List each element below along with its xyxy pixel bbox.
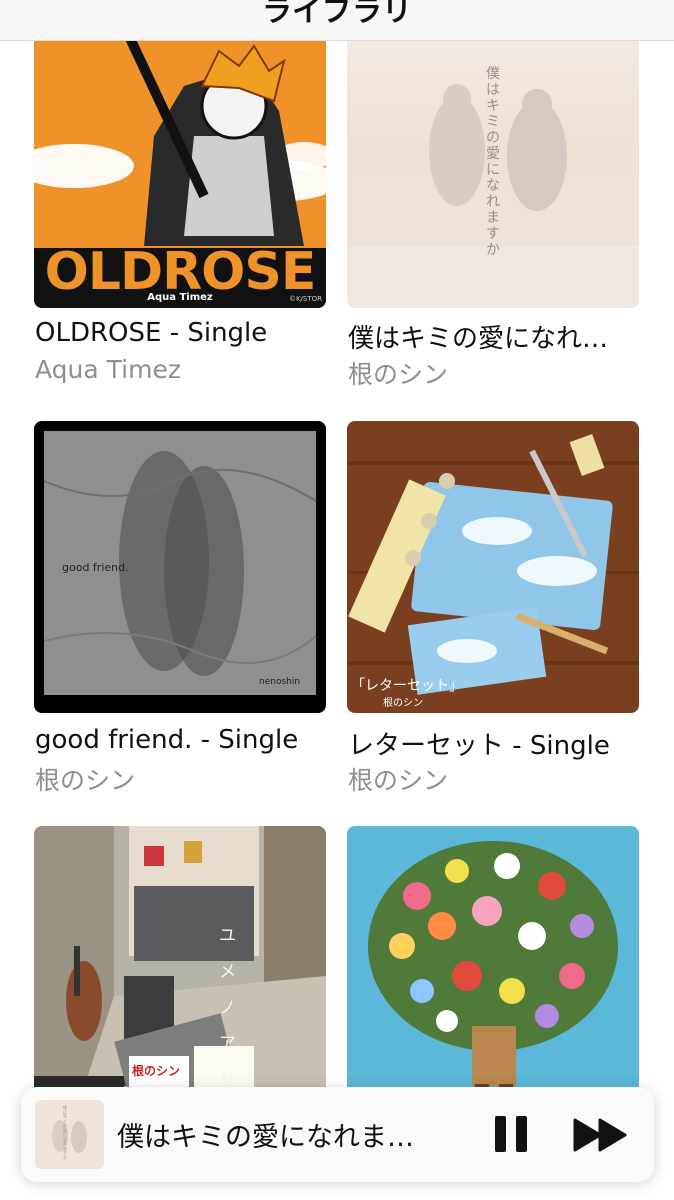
mini-player[interactable]: 僕はキミの愛になれますか 僕はキミの愛になれま… (21, 1087, 654, 1182)
album-grid: OLDROSE Aqua Timez ©K/STOR OLDROSE - Sin… (0, 0, 674, 1200)
album-artist[interactable]: 根のシン (348, 355, 448, 391)
pause-button[interactable] (491, 1113, 531, 1155)
album-artist[interactable]: Aqua Timez (35, 355, 181, 384)
album-art-good-friend[interactable]: good friend. nenoshin (34, 421, 326, 713)
album-art-bouquet[interactable] (347, 826, 639, 1118)
album-artist[interactable]: 根のシン (348, 761, 448, 797)
art-vertical-text: ユメノアリ (219, 926, 236, 1090)
art-caption: Aqua Timez (147, 292, 213, 303)
album-title[interactable]: OLDROSE - Single (35, 318, 335, 348)
art-vertical-text: 僕はキミの愛になれますか (486, 66, 500, 258)
art-text: 「レターセット」 (351, 678, 463, 694)
album-art-street[interactable]: ユメノアリ 根のシン (34, 826, 326, 1118)
art-signature: nenoshin (259, 677, 301, 687)
album-artist[interactable]: 根のシン (35, 761, 135, 797)
now-playing-art[interactable]: 僕はキミの愛になれますか (35, 1100, 104, 1169)
fast-forward-button[interactable] (573, 1117, 629, 1153)
now-playing-title[interactable]: 僕はキミの愛になれま… (117, 1115, 457, 1154)
art-sub: 根のシン (383, 698, 423, 709)
nav-title: ライブラリ (262, 0, 412, 29)
now-playing-art-text: 僕はキミの愛になれますか (63, 1105, 67, 1160)
fast-forward-icon (573, 1118, 627, 1152)
album-art-letter-set[interactable]: 「レターセット」 根のシン (347, 421, 639, 713)
art-credit: ©K/STOR (288, 295, 322, 303)
album-title[interactable]: レターセット - Single (348, 725, 648, 762)
album-title[interactable]: good friend. - Single (35, 725, 335, 755)
album-art-oldrose[interactable]: OLDROSE Aqua Timez ©K/STOR (34, 16, 326, 308)
nav-bar: ライブラリ (0, 0, 674, 41)
art-sign: 根のシン (132, 1062, 181, 1079)
album-title[interactable]: 僕はキミの愛になれ… (348, 318, 648, 355)
art-text: good friend. (62, 561, 129, 574)
album-art-boku-wa-kimi[interactable]: 僕はキミの愛になれますか (347, 16, 639, 308)
pause-icon (495, 1116, 527, 1152)
